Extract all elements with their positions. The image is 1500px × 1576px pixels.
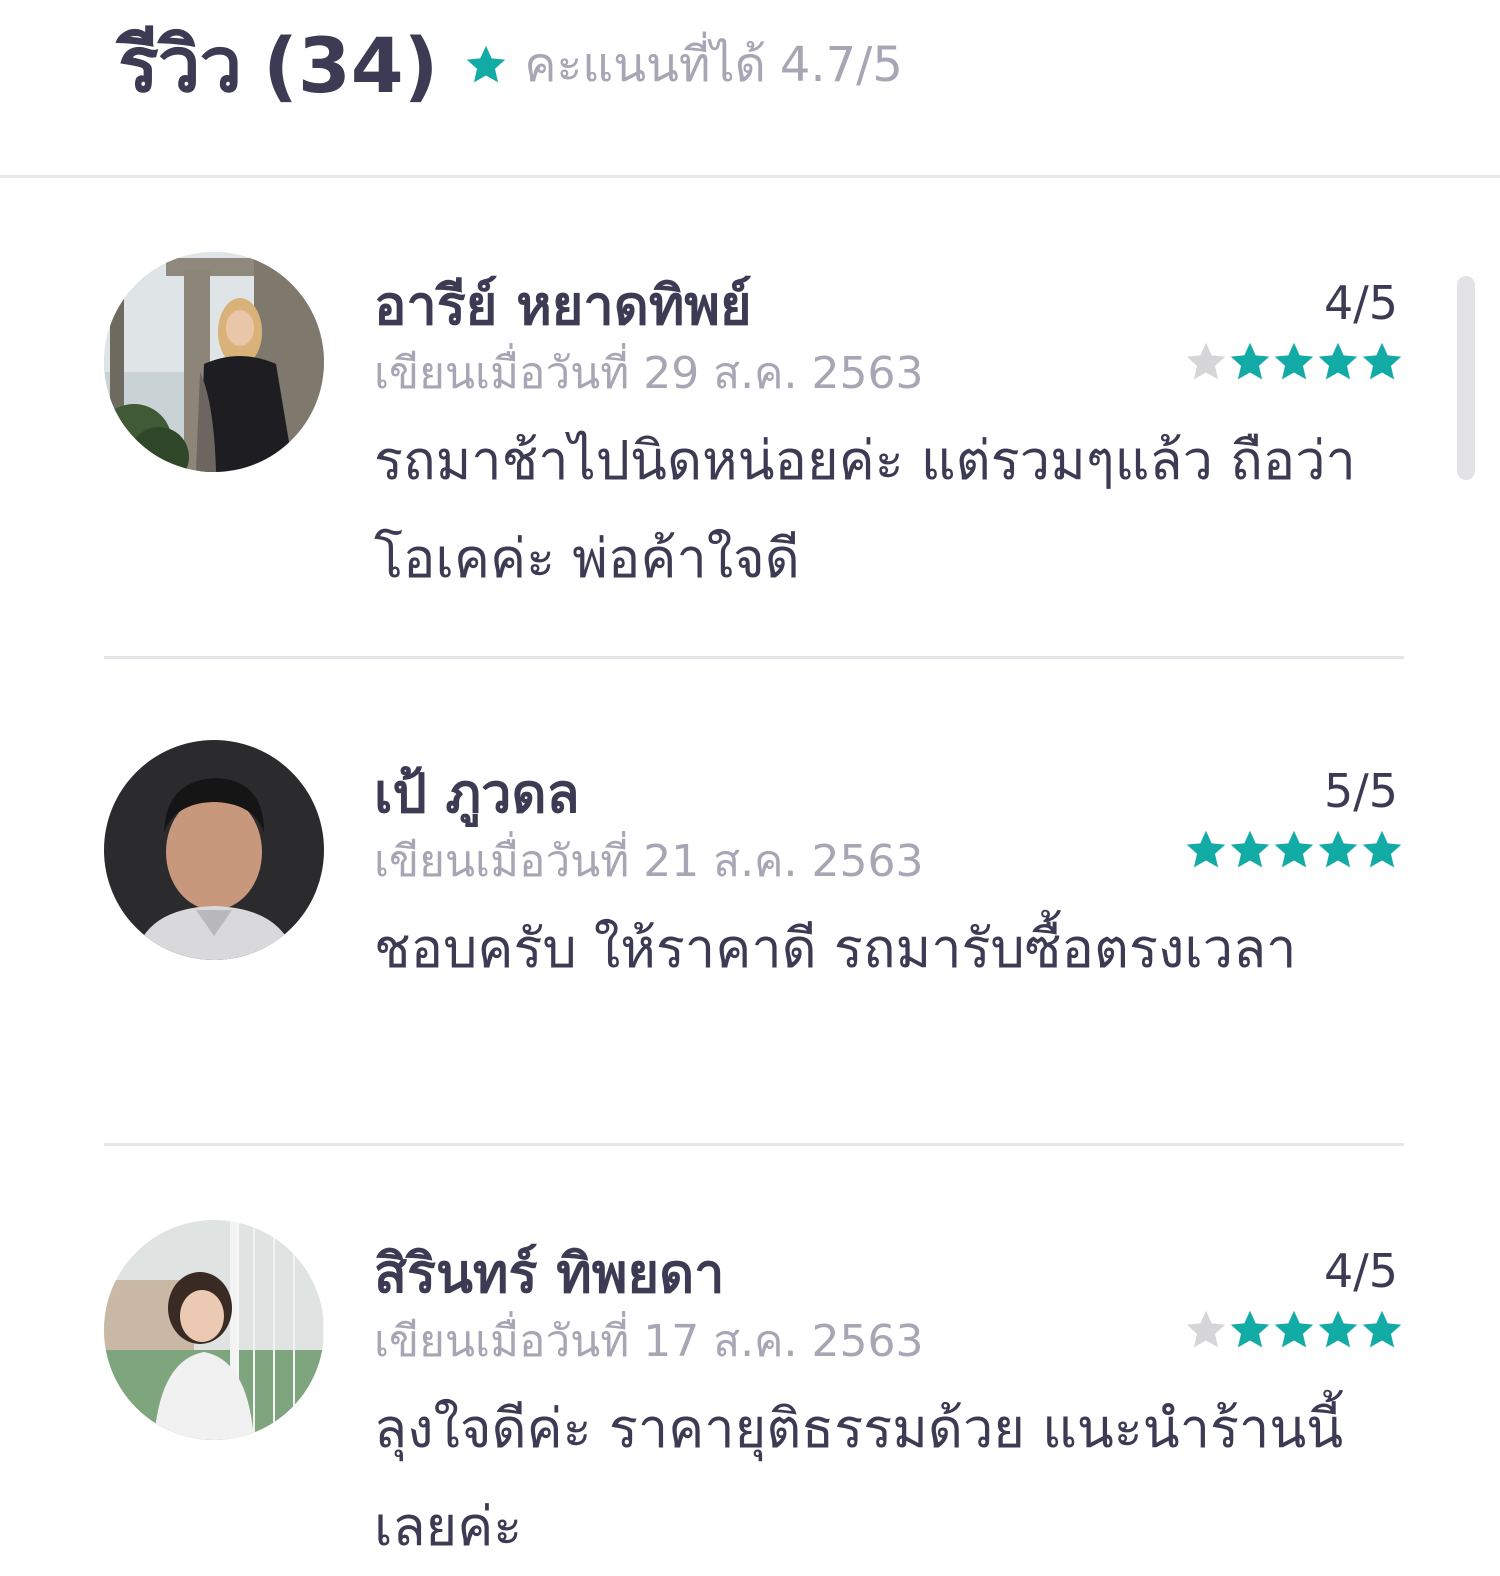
star-empty-icon	[1186, 1310, 1226, 1348]
reviews-header: รีวิว (34) คะแนนที่ได้ 4.7/5	[118, 10, 903, 120]
date-label: เขียนเมื่อวันที่	[374, 1316, 630, 1367]
star-filled-icon	[1318, 830, 1358, 868]
review-comment: ชอบครับ ให้ราคาดี รถมารับซื้อตรงเวลา	[374, 917, 1297, 980]
review-divider	[104, 1143, 1404, 1146]
reviewer-name: สิรินทร์ ทิพยดา	[374, 1242, 725, 1305]
star-filled-icon	[1230, 830, 1270, 868]
star-filled-icon	[1274, 1310, 1314, 1348]
average-score: 4.7/5	[779, 37, 903, 93]
avatar[interactable]	[104, 1220, 324, 1440]
avatar[interactable]	[104, 252, 324, 472]
review-item: เป้ ภูวดล เขียนเมื่อวันที่ 21 ส.ค. 2563 5…	[104, 740, 1404, 1070]
star-filled-icon	[1362, 342, 1402, 380]
date-value: 17 ส.ค. 2563	[643, 1316, 924, 1367]
star-rating	[1184, 1308, 1404, 1352]
star-filled-icon	[1230, 1310, 1270, 1348]
reviewer-name: อารีย์ หยาดทิพย์	[374, 274, 752, 337]
star-rating	[1184, 828, 1404, 872]
review-item: สิรินทร์ ทิพยดา เขียนเมื่อวันที่ 17 ส.ค. …	[104, 1220, 1404, 1560]
star-filled-icon	[1230, 342, 1270, 380]
review-date: เขียนเมื่อวันที่ 21 ส.ค. 2563	[374, 826, 923, 896]
date-label: เขียนเมื่อวันที่	[374, 836, 630, 887]
header-divider	[0, 175, 1500, 178]
date-value: 29 ส.ค. 2563	[643, 348, 924, 399]
review-date: เขียนเมื่อวันที่ 29 ส.ค. 2563	[374, 338, 923, 408]
star-empty-icon	[1186, 342, 1226, 380]
review-item: อารีย์ หยาดทิพย์ เขียนเมื่อวันที่ 29 ส.ค.…	[104, 252, 1404, 612]
star-filled-icon	[1362, 1310, 1402, 1348]
avatar[interactable]	[104, 740, 324, 960]
star-filled-icon	[1186, 830, 1226, 868]
star-filled-icon	[1274, 342, 1314, 380]
scrollbar[interactable]	[1457, 276, 1475, 480]
rating-text: 4/5	[1323, 1244, 1398, 1298]
star-filled-icon	[1274, 830, 1314, 868]
score-label: คะแนนที่ได้	[524, 37, 766, 93]
review-comment: ลุงใจดีค่ะ ราคายุติธรรมด้วย แนะนำร้านนี้…	[374, 1397, 1344, 1558]
star-icon	[464, 43, 508, 87]
star-rating	[1184, 340, 1404, 384]
rating-text: 5/5	[1323, 764, 1398, 818]
page-title: รีวิว	[118, 20, 242, 109]
star-filled-icon	[1318, 342, 1358, 380]
review-count: (34)	[263, 20, 439, 110]
date-value: 21 ส.ค. 2563	[643, 836, 924, 887]
review-divider	[104, 656, 1404, 659]
star-filled-icon	[1362, 830, 1402, 868]
rating-text: 4/5	[1323, 276, 1398, 330]
date-label: เขียนเมื่อวันที่	[374, 348, 630, 399]
reviewer-name: เป้ ภูวดล	[374, 762, 580, 825]
review-date: เขียนเมื่อวันที่ 17 ส.ค. 2563	[374, 1306, 923, 1376]
review-comment: รถมาช้าไปนิดหน่อยค่ะ แต่รวมๆแล้ว ถือว่าโ…	[374, 429, 1356, 590]
star-filled-icon	[1318, 1310, 1358, 1348]
